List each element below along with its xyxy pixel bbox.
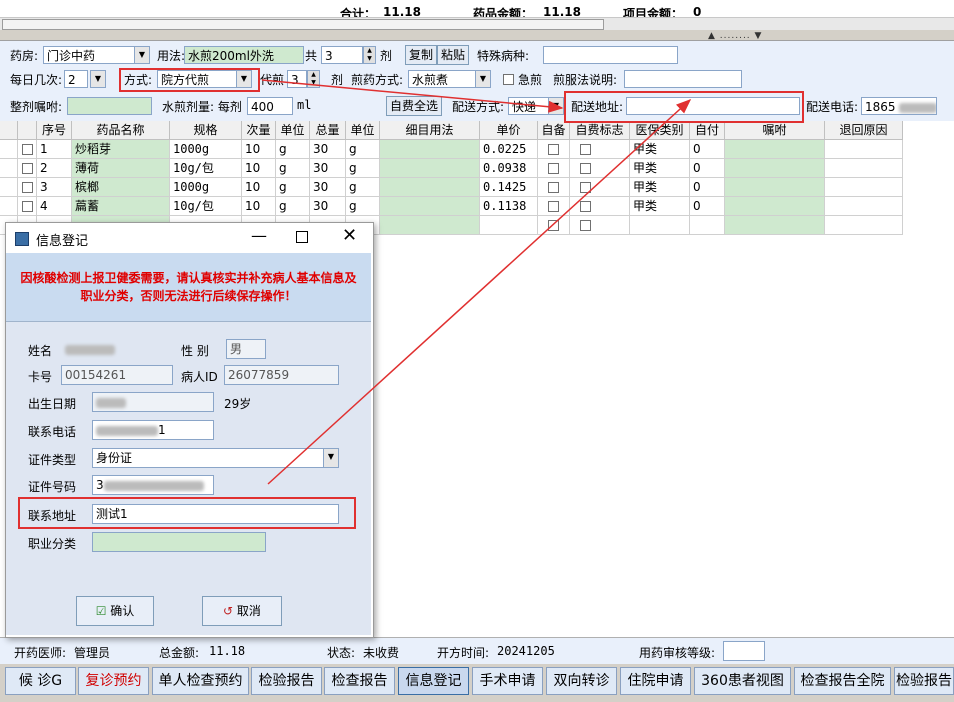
arrow-method-to-address	[261, 79, 564, 113]
arrow-dialog-to-address	[267, 98, 692, 485]
annotation-arrows	[261, 79, 692, 485]
